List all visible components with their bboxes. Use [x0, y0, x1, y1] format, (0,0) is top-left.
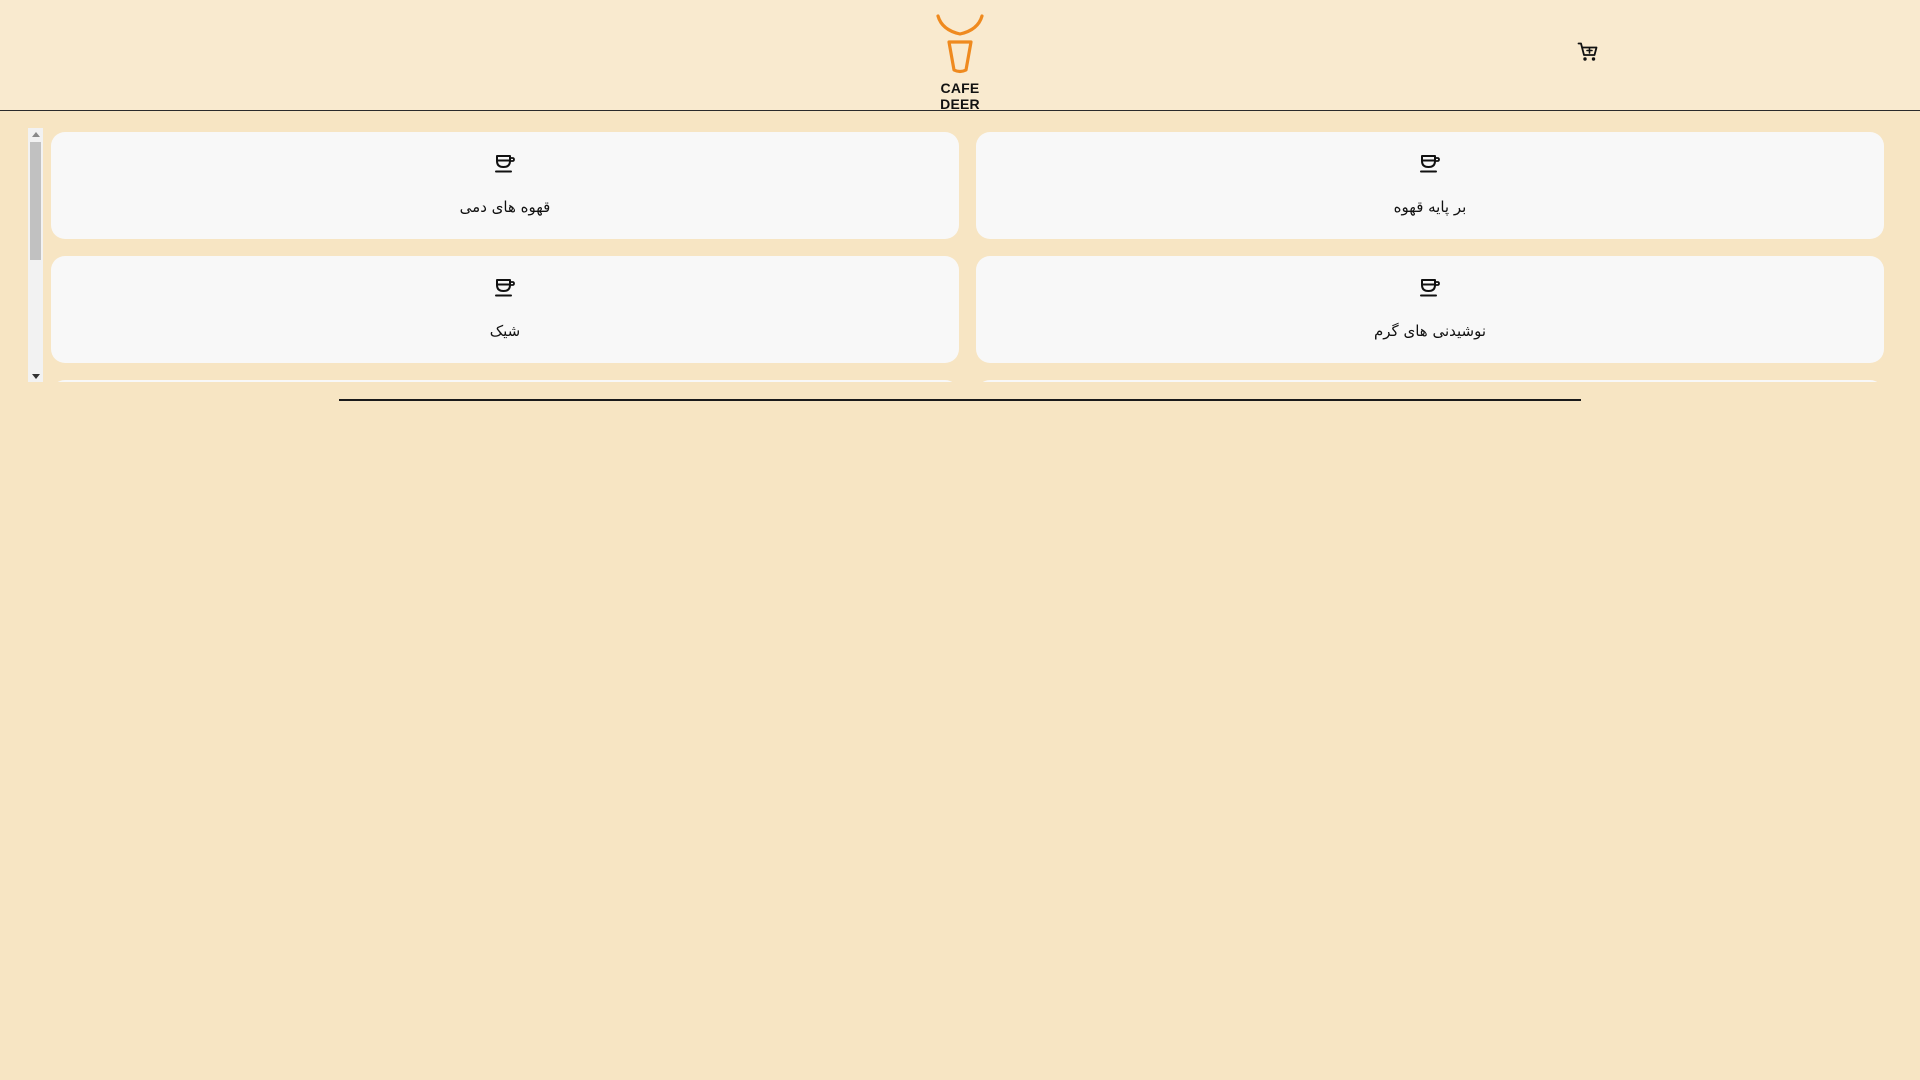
header: CAFE DEER	[0, 0, 1920, 112]
category-label: شیک	[489, 322, 521, 340]
vertical-scrollbar[interactable]	[28, 128, 43, 382]
category-card-hot-drinks[interactable]: نوشیدنی های گرم	[976, 256, 1884, 363]
category-card-shake[interactable]: شیک	[51, 256, 959, 363]
coffee-cup-icon	[495, 279, 515, 297]
category-card-brewed-coffee[interactable]: قهوه های دمی	[51, 132, 959, 239]
cart-button[interactable]	[1576, 40, 1600, 64]
coffee-cup-icon	[1420, 279, 1440, 297]
category-label: بر پایه قهوه	[1393, 198, 1467, 216]
category-card-partial[interactable]	[976, 380, 1884, 382]
scroll-down-arrow-icon[interactable]	[28, 370, 43, 382]
shopping-cart-icon	[1577, 42, 1598, 61]
scroll-up-arrow-icon[interactable]	[28, 128, 43, 140]
category-label: قهوه های دمی	[459, 198, 551, 216]
logo[interactable]: CAFE DEER	[920, 12, 1000, 112]
section-divider	[339, 399, 1581, 401]
coffee-cup-icon	[495, 155, 515, 173]
coffee-cup-icon	[1420, 155, 1440, 173]
category-label: نوشیدنی های گرم	[1373, 322, 1487, 340]
scrollbar-thumb[interactable]	[30, 142, 41, 260]
category-card-partial[interactable]	[51, 380, 959, 382]
category-list[interactable]: بر پایه قهوه قهوه های دمی نوشیدنی های گر…	[28, 128, 1888, 382]
deer-cup-logo-icon	[936, 14, 984, 74]
category-card-coffee-based[interactable]: بر پایه قهوه	[976, 132, 1884, 239]
brand-name: CAFE DEER	[940, 80, 980, 112]
